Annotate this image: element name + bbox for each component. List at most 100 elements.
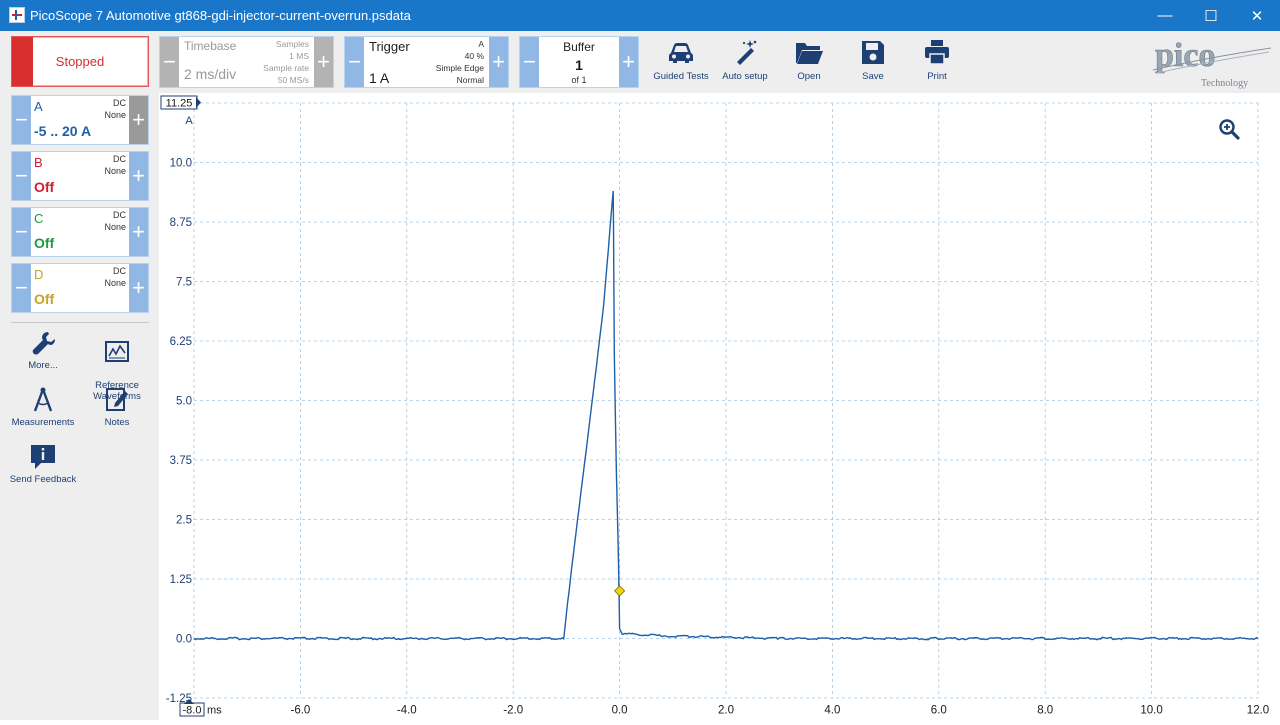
channel-c-decrease-button[interactable]: − [12, 208, 31, 256]
more-button[interactable]: More... [9, 329, 77, 371]
x-axis-tick-labels: -6.0 -4.0 -2.0 0.0 2.0 4.0 6.0 8.0 10.0 12.0 [290, 705, 1269, 717]
y-axis-unit: A [185, 115, 193, 127]
send-feedback-label: Send Feedback [9, 474, 77, 485]
channel-d-range[interactable]: Off [34, 291, 54, 307]
buffer-previous-button[interactable]: − [520, 37, 539, 87]
compass-icon [33, 387, 53, 412]
timebase-decrease-button[interactable]: − [160, 37, 179, 87]
grid-lines [193, 102, 1259, 699]
buffer-count: of 1 [571, 75, 587, 85]
pico-technology-logo: pico Technology [1152, 37, 1272, 89]
guided-tests-button[interactable]: Guided Tests [649, 35, 713, 89]
run-stop-button[interactable]: Stopped [11, 36, 149, 87]
y-tick-label: 6.25 [170, 336, 192, 348]
trigger-title: Trigger [369, 39, 410, 54]
open-button[interactable]: Open [777, 35, 841, 89]
notes-button[interactable]: Notes [83, 386, 151, 428]
notes-icon [106, 388, 128, 411]
folder-icon [796, 43, 823, 64]
auto-setup-label: Auto setup [722, 71, 768, 82]
y-tick-label: 1.25 [170, 574, 192, 586]
trigger-increase-button[interactable]: + [489, 37, 508, 87]
x-tick-label: -6.0 [290, 705, 310, 717]
timebase-increase-button[interactable]: + [314, 37, 333, 87]
run-state-label: Stopped [55, 54, 105, 69]
buffer-next-button[interactable]: + [619, 37, 638, 87]
save-button[interactable]: Save [841, 35, 905, 89]
y-axis-top-value: 11.25 [166, 98, 193, 110]
channel-b-name: B [34, 155, 43, 170]
channel-c-name: C [34, 211, 44, 226]
channel-b-range[interactable]: Off [34, 179, 54, 195]
x-tick-label: 12.0 [1247, 705, 1269, 717]
channel-c-range[interactable]: Off [34, 235, 54, 251]
trigger-decrease-button[interactable]: − [345, 37, 364, 87]
y-tick-label: 0.0 [176, 634, 192, 646]
more-label: More... [28, 360, 58, 371]
x-axis-unit: ms [207, 705, 222, 717]
channel-a-coupling: DC None [104, 98, 126, 120]
sidebar: − A DC None -5 .. 20 A + − B DC None Off +… [0, 93, 159, 720]
close-button[interactable]: ✕ [1234, 0, 1280, 31]
pico-logo-subtext: Technology [1201, 78, 1248, 89]
channel-b-increase-button[interactable]: + [129, 152, 148, 200]
y-tick-label: 5.0 [176, 396, 192, 408]
minimize-button[interactable]: — [1142, 0, 1188, 31]
channel-a-decrease-button[interactable]: − [12, 96, 31, 144]
trigger-control: − Trigger 1 A A 40 % Simple Edge Normal … [344, 36, 509, 88]
send-feedback-button[interactable]: Send Feedback [9, 443, 77, 485]
print-label: Print [927, 71, 947, 82]
window-title: PicoScope 7 Automotive gt868-gdi-injecto… [30, 8, 411, 23]
channel-c-control: − C DC None Off + [11, 207, 149, 257]
buffer-value[interactable]: 1 [539, 57, 619, 73]
x-axis-start-value: -8.0 [183, 705, 202, 717]
toolbar: Stopped − Timebase 2 ms/div Samples 1 MS… [0, 31, 1280, 93]
sidebar-divider [11, 322, 149, 323]
car-icon [669, 43, 693, 63]
channel-b-coupling: DC None [104, 154, 126, 176]
save-label: Save [862, 71, 884, 82]
channel-a-name: A [34, 99, 43, 114]
channel-d-increase-button[interactable]: + [129, 264, 148, 312]
open-label: Open [797, 71, 821, 82]
channel-a-increase-button[interactable]: + [129, 96, 148, 144]
print-button[interactable]: Print [905, 35, 969, 89]
scope-view[interactable]: 0.0 1.25 2.5 3.75 5.0 6.25 7.5 8.75 10.0 -1.25 -6… [159, 93, 1280, 720]
buffer-title: Buffer [563, 40, 595, 54]
y-tick-label: 2.5 [176, 515, 192, 527]
channel-d-coupling: DC None [104, 266, 126, 288]
timebase-value[interactable]: 2 ms/div [184, 66, 236, 82]
auto-setup-button[interactable]: Auto setup [713, 35, 777, 89]
x-tick-label: 6.0 [931, 705, 947, 717]
picoscope-app-icon [9, 7, 25, 23]
y-tick-label: 10.0 [170, 158, 192, 170]
timebase-control: − Timebase 2 ms/div Samples 1 MS Sample … [159, 36, 334, 88]
measurements-button[interactable]: Measurements [9, 386, 77, 428]
timebase-details: Samples 1 MS Sample rate 50 MS/s [263, 39, 309, 85]
wand-icon [737, 40, 757, 65]
channel-c-coupling: DC None [104, 210, 126, 232]
x-tick-label: 0.0 [612, 705, 628, 717]
channel-a-control: − A DC None -5 .. 20 A + [11, 95, 149, 145]
scope-graph[interactable]: 0.01.252.53.755.06.257.58.7510.0-1.25 -6… [159, 93, 1280, 720]
trigger-value[interactable]: 1 A [369, 70, 389, 86]
buffer-control: − Buffer 1 of 1 + [519, 36, 639, 88]
printer-icon [925, 40, 949, 65]
title-bar: PicoScope 7 Automotive gt868-gdi-injecto… [0, 0, 1280, 31]
channel-d-name: D [34, 267, 44, 282]
notes-label: Notes [104, 417, 130, 428]
channel-b-decrease-button[interactable]: − [12, 152, 31, 200]
x-tick-label: 4.0 [824, 705, 840, 717]
trigger-marker[interactable] [614, 585, 626, 597]
channel-a-range[interactable]: -5 .. 20 A [34, 123, 91, 139]
x-tick-label: -2.0 [503, 705, 523, 717]
trigger-details: A 40 % Simple Edge Normal [435, 39, 484, 85]
maximize-icon: ☐ [1204, 7, 1218, 25]
zoom-icon[interactable] [1219, 119, 1240, 140]
y-axis-top-marker[interactable]: 11.25 [160, 95, 201, 110]
channel-c-increase-button[interactable]: + [129, 208, 148, 256]
timebase-title: Timebase [184, 39, 237, 53]
maximize-button[interactable]: ☐ [1188, 0, 1234, 31]
measurements-label: Measurements [11, 417, 75, 428]
channel-d-decrease-button[interactable]: − [12, 264, 31, 312]
